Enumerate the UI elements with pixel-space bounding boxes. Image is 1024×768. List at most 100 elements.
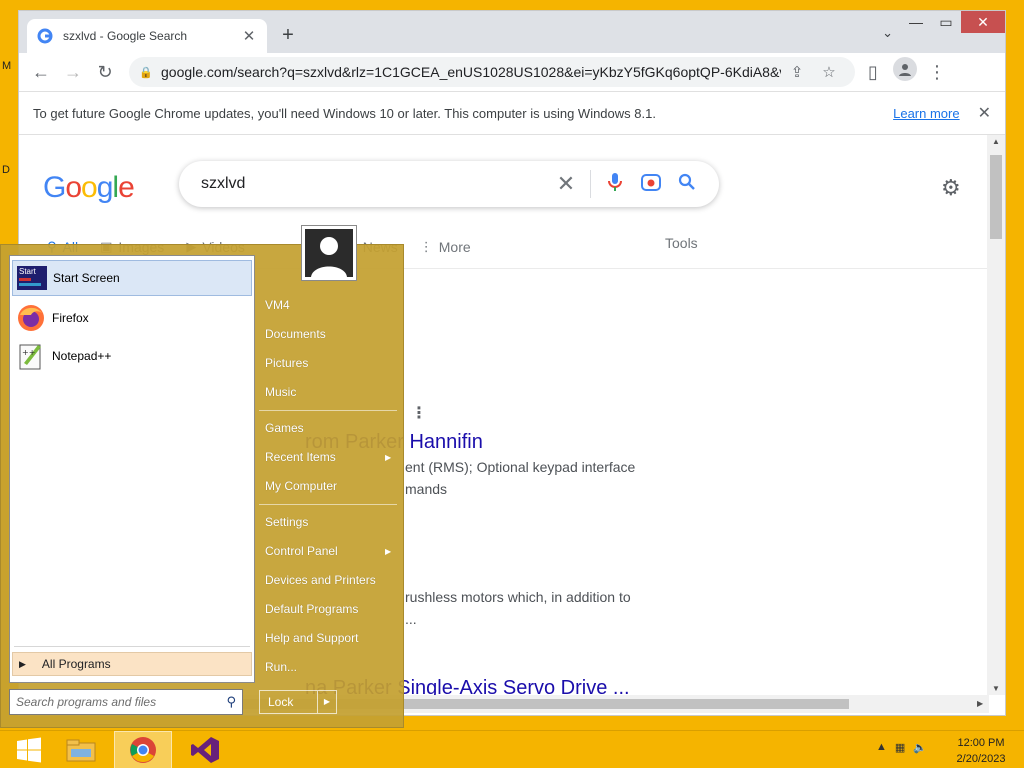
divider [259,504,397,505]
scroll-up-arrow-icon[interactable]: ▲ [987,137,1005,146]
search-icon[interactable]: ⚲ [226,694,236,710]
tools-button[interactable]: Tools [665,235,698,251]
all-programs-button[interactable]: ▶ All Programs [12,652,252,676]
scroll-right-arrow-icon[interactable]: ▶ [977,695,983,713]
browser-toolbar: ← → ↻ 🔒 google.com/search?q=szxlvd&rlz=1… [19,53,1005,91]
forward-arrow-icon[interactable]: → [57,57,89,87]
infobar-message: To get future Google Chrome updates, you… [33,105,656,121]
result-snippet: mands [405,481,448,497]
menu-kebab-icon[interactable]: ⋮ [921,57,953,87]
google-favicon-icon [37,28,53,44]
divider [259,410,397,411]
tab-label: More [438,239,471,255]
close-infobar-icon[interactable]: ✕ [978,103,991,123]
lock-icon[interactable]: 🔒 [139,66,153,79]
clock-date: 2/20/2023 [956,753,1006,765]
profile-avatar-icon[interactable] [893,57,917,81]
maximize-button[interactable]: ▭ [931,11,961,33]
tab-title: szxlvd - Google Search [63,29,188,43]
url-text[interactable]: google.com/search?q=szxlvd&rlz=1C1GCEA_e… [161,64,781,80]
control-panel-item[interactable]: Control Panel [265,544,338,558]
taskbar: ▲ ▦ 🔈 12:00 PM 2/20/2023 [0,730,1024,768]
start-menu-programs-pane: Start Start Screen Firefox ++ Notepad++ … [9,255,255,683]
bookmark-star-icon[interactable]: ☆ [813,63,845,81]
result-snippet: rushless motors which, in addition to [405,589,631,605]
google-logo[interactable]: Google [43,171,135,205]
search-box[interactable]: szxlvd ✕ [179,161,719,207]
start-screen-icon: Start [17,263,47,293]
firefox-item[interactable]: Firefox [12,300,252,336]
share-icon[interactable]: ⇪ [781,63,813,81]
divider [14,646,250,647]
search-icon[interactable] [669,173,705,196]
scroll-down-arrow-icon[interactable]: ▼ [987,684,1005,693]
devices-and-printers-item[interactable]: Devices and Printers [265,573,376,587]
result-snippet: ent (RMS); Optional keypad interface [405,459,636,475]
volume-icon[interactable]: 🔈 [913,741,927,754]
start-menu: Start Start Screen Firefox ++ Notepad++ … [0,225,404,728]
firefox-icon [16,303,46,333]
notepad-plus-plus-label: Notepad++ [52,349,112,363]
search-query[interactable]: szxlvd [201,175,548,193]
chrome-icon[interactable] [114,731,172,768]
tab-search-chevron-icon[interactable]: ⌄ [882,25,893,41]
address-bar[interactable]: 🔒 google.com/search?q=szxlvd&rlz=1C1GCEA… [129,57,855,87]
lock-label[interactable]: Lock [260,691,318,713]
file-explorer-icon[interactable] [52,731,110,768]
taskbar-clock[interactable]: 12:00 PM 2/20/2023 [944,735,1018,767]
games-item[interactable]: Games [265,421,304,435]
back-arrow-icon[interactable]: ← [25,57,57,87]
vertical-scrollbar[interactable]: ▲ ▼ [987,135,1005,695]
windows-start-icon[interactable] [0,731,58,768]
notepad-plus-plus-icon: ++ [16,341,46,371]
network-icon[interactable]: ▦ [895,741,905,754]
all-programs-label: All Programs [41,657,111,671]
tray-overflow-icon[interactable]: ▲ [876,741,887,754]
my-computer-item[interactable]: My Computer [265,479,337,493]
music-item[interactable]: Music [265,385,296,399]
tab-more[interactable]: ⋮ More [420,235,471,259]
run-item[interactable]: Run... [265,660,297,674]
reload-icon[interactable]: ↻ [89,57,121,87]
learn-more-link[interactable]: Learn more [893,106,959,121]
vm4-item[interactable]: VM4 [265,298,290,312]
submenu-arrow-icon: ▶ [385,453,392,462]
new-tab-button[interactable]: + [277,25,299,47]
divider [590,170,591,198]
default-programs-item[interactable]: Default Programs [265,602,358,616]
settings-item[interactable]: Settings [265,515,308,529]
documents-item[interactable]: Documents [265,327,326,341]
camera-lens-icon[interactable] [633,173,669,196]
start-screen-label: Start Screen [53,271,120,285]
start-screen-item[interactable]: Start Start Screen [12,260,252,296]
settings-gear-icon[interactable]: ⚙ [941,175,961,201]
more-vert-icon: ⋮ [419,239,433,254]
close-window-button[interactable]: ✕ [961,11,1005,33]
scrollbar-thumb[interactable] [990,155,1002,239]
help-and-support-item[interactable]: Help and Support [265,631,358,645]
lock-options-arrow-icon[interactable]: ▶ [318,691,336,713]
recent-items-item[interactable]: Recent Items [265,450,336,464]
search-programs-field[interactable]: Search programs and files ⚲ [9,689,243,715]
search-placeholder[interactable]: Search programs and files [16,695,226,709]
start-tile-text: Start [19,267,36,276]
user-account-picture[interactable] [301,225,357,281]
minimize-button[interactable]: — [901,11,931,33]
side-panel-icon[interactable]: ▯ [857,57,889,87]
pictures-item[interactable]: Pictures [265,356,308,370]
desktop-icon-label[interactable]: D [2,164,10,176]
triangle-right-icon: ▶ [19,658,26,669]
microphone-icon[interactable] [597,172,633,197]
system-tray: ▲ ▦ 🔈 [876,741,935,754]
lock-button[interactable]: Lock ▶ [259,690,337,714]
svg-text:++: ++ [22,348,35,357]
result-menu-icon[interactable]: ⋮ [411,403,427,423]
notepad-plus-plus-item[interactable]: ++ Notepad++ [12,338,252,374]
desktop-icon-label[interactable]: M [2,60,11,72]
visual-studio-icon[interactable] [176,731,234,768]
tab-strip: szxlvd - Google Search ✕ + ⌄ — ▭ ✕ [19,11,1005,53]
clear-icon[interactable]: ✕ [548,171,584,197]
browser-tab[interactable]: szxlvd - Google Search ✕ [27,19,267,53]
close-tab-icon[interactable]: ✕ [241,27,257,45]
update-infobar: To get future Google Chrome updates, you… [19,91,1005,135]
